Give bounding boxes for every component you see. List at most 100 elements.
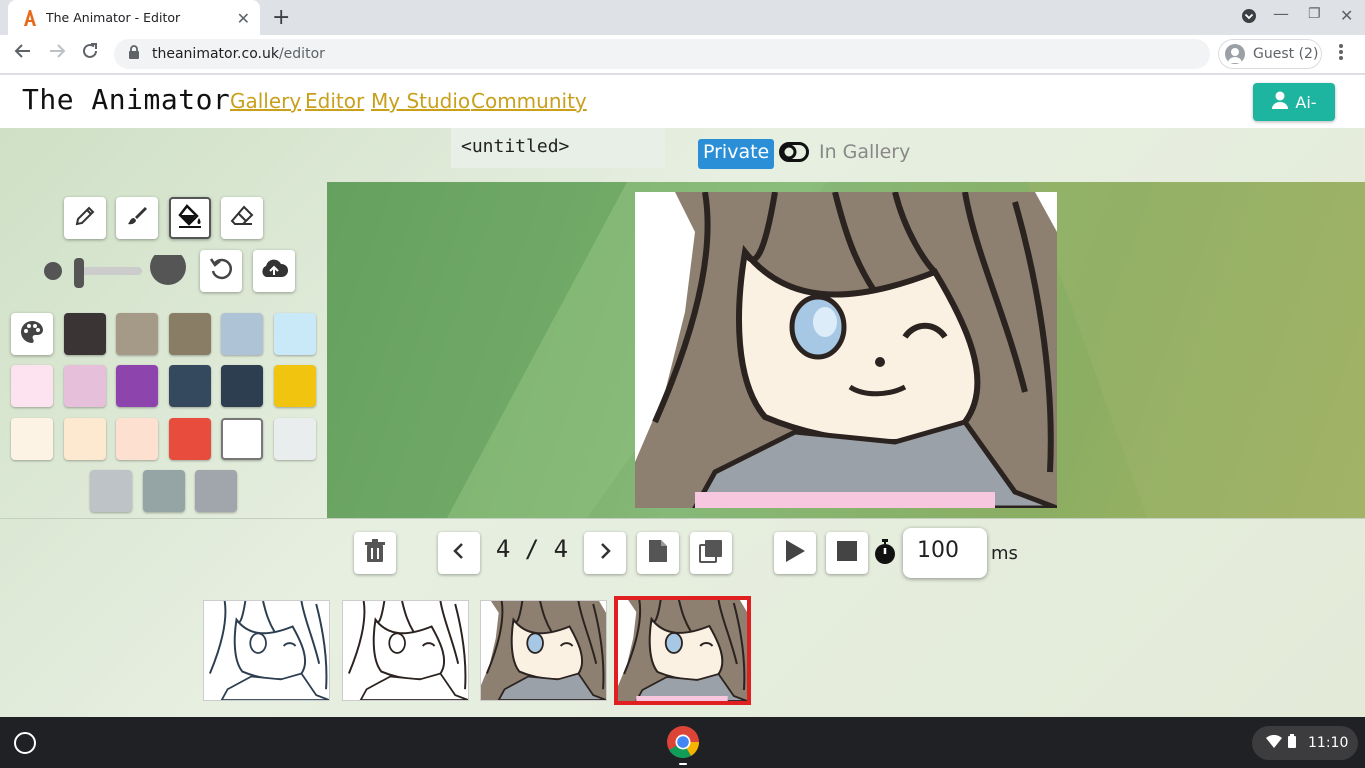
os-shelf: 11:10 xyxy=(0,717,1365,768)
color-swatch[interactable] xyxy=(64,418,106,460)
next-frame-button[interactable] xyxy=(584,532,626,574)
back-icon[interactable] xyxy=(14,42,32,65)
delete-frame-button[interactable] xyxy=(354,532,396,574)
chrome-app-icon[interactable] xyxy=(666,725,700,765)
color-swatch[interactable] xyxy=(221,313,263,355)
browser-toolbar: theanimator.co.uk/editor Guest (2) xyxy=(0,35,1365,74)
eraser-tool-button[interactable] xyxy=(221,197,263,239)
color-swatch[interactable] xyxy=(274,365,316,407)
copy-icon xyxy=(699,539,723,567)
frame-delay-input[interactable]: 100 xyxy=(903,528,987,578)
previous-frame-button[interactable] xyxy=(438,532,480,574)
profile-button[interactable]: Guest (2) xyxy=(1218,39,1322,69)
user-menu-button[interactable]: Ai- xyxy=(1253,83,1335,121)
animation-title-input[interactable]: <untitled> xyxy=(451,128,665,168)
battery-icon xyxy=(1288,734,1296,752)
nav-gallery[interactable]: Gallery xyxy=(230,89,301,113)
color-swatch[interactable] xyxy=(221,365,263,407)
pencil-tool-button[interactable] xyxy=(64,197,106,239)
undo-button[interactable] xyxy=(200,250,242,292)
drawing-stage xyxy=(327,182,1365,518)
color-swatch[interactable] xyxy=(274,313,316,355)
frame-thumbnail[interactable] xyxy=(614,596,751,705)
close-tab-icon[interactable]: ✕ xyxy=(237,9,250,28)
color-swatch[interactable] xyxy=(64,313,106,355)
color-swatch[interactable] xyxy=(169,365,211,407)
fill-tool-button[interactable] xyxy=(169,197,211,239)
url-host: theanimator.co.uk xyxy=(152,46,279,62)
undo-icon xyxy=(208,256,234,286)
color-picker-button[interactable] xyxy=(11,313,53,355)
user-icon xyxy=(1271,91,1289,113)
color-swatch[interactable] xyxy=(274,418,316,460)
frame-thumbnail[interactable] xyxy=(480,600,607,701)
forward-icon[interactable] xyxy=(48,42,66,65)
launcher-icon[interactable] xyxy=(14,732,36,754)
timer-icon xyxy=(873,539,897,569)
color-swatch[interactable] xyxy=(64,365,106,407)
divider xyxy=(0,518,1365,519)
play-icon xyxy=(784,539,806,567)
pencil-icon xyxy=(73,204,97,232)
frame-thumbnail[interactable] xyxy=(203,600,330,701)
new-page-icon xyxy=(648,539,668,567)
user-label: Ai- xyxy=(1295,92,1317,112)
color-swatch[interactable] xyxy=(116,313,158,355)
color-swatch[interactable] xyxy=(195,470,237,512)
nav-editor[interactable]: Editor xyxy=(305,89,364,113)
frame-counter: 4 / 4 xyxy=(495,535,569,563)
minimize-icon[interactable]: — xyxy=(1273,4,1289,23)
address-bar[interactable]: theanimator.co.uk/editor xyxy=(114,39,1210,69)
nav-my-studio[interactable]: My Studio xyxy=(371,89,470,113)
eraser-icon xyxy=(230,204,254,232)
trash-icon xyxy=(364,539,386,567)
color-swatch[interactable] xyxy=(116,418,158,460)
visibility-gallery-label[interactable]: In Gallery xyxy=(819,141,910,163)
frame-thumbnail[interactable] xyxy=(342,600,469,701)
new-tab-icon[interactable]: + xyxy=(272,5,290,30)
brush-size-slider[interactable] xyxy=(42,249,188,295)
close-window-icon[interactable]: ✕ xyxy=(1340,6,1353,25)
fill-bucket-icon xyxy=(177,203,203,233)
color-swatch[interactable] xyxy=(90,470,132,512)
upload-button[interactable] xyxy=(253,250,295,292)
chevron-right-icon xyxy=(598,542,612,564)
duplicate-frame-button[interactable] xyxy=(690,532,732,574)
cloud-upload-icon xyxy=(259,257,289,285)
visibility-toggle[interactable] xyxy=(779,142,809,162)
color-swatch[interactable] xyxy=(11,418,53,460)
color-swatch[interactable] xyxy=(11,365,53,407)
drawing-artwork xyxy=(635,191,1058,511)
brush-icon xyxy=(125,204,149,232)
brush-tool-button[interactable] xyxy=(116,197,158,239)
browser-tab[interactable]: The Animator - Editor ✕ xyxy=(8,0,260,35)
play-button[interactable] xyxy=(774,532,816,574)
color-swatch[interactable] xyxy=(169,313,211,355)
frame-delay-unit: ms xyxy=(991,543,1018,564)
profile-label: Guest (2) xyxy=(1253,46,1319,62)
drawing-canvas[interactable] xyxy=(635,191,1058,511)
status-tray[interactable]: 11:10 xyxy=(1252,726,1358,760)
nav-community[interactable]: Community xyxy=(471,89,587,113)
color-swatch[interactable] xyxy=(169,418,211,460)
clock: 11:10 xyxy=(1308,735,1349,751)
lock-icon xyxy=(128,45,140,63)
chevron-left-icon xyxy=(452,542,466,564)
stop-button[interactable] xyxy=(826,532,868,574)
url-path: /editor xyxy=(278,46,325,62)
new-frame-button[interactable] xyxy=(637,532,679,574)
avatar-icon xyxy=(1225,44,1245,64)
site-favicon-icon xyxy=(22,9,38,26)
color-swatch[interactable] xyxy=(116,365,158,407)
restore-icon[interactable]: ❐ xyxy=(1308,6,1321,22)
tab-search-icon[interactable] xyxy=(1241,8,1257,28)
reload-icon[interactable] xyxy=(81,42,99,65)
stop-icon xyxy=(836,540,858,566)
site-logo[interactable]: The Animator xyxy=(22,83,230,116)
color-swatch[interactable] xyxy=(221,418,263,460)
visibility-private-label[interactable]: Private xyxy=(698,139,775,169)
browser-tab-title: The Animator - Editor xyxy=(46,10,181,25)
palette-icon xyxy=(19,319,45,349)
color-swatch[interactable] xyxy=(143,470,185,512)
menu-kebab-icon[interactable] xyxy=(1336,42,1346,67)
